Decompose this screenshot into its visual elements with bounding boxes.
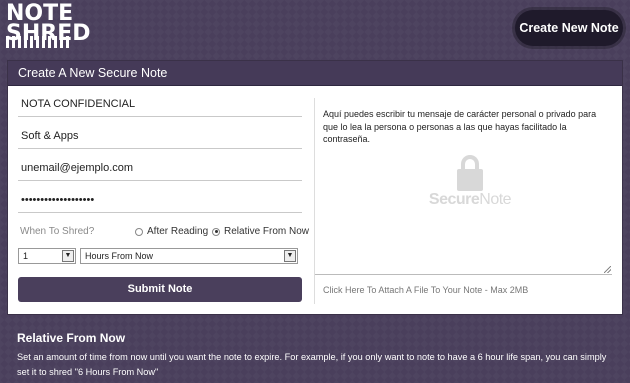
help-text: Set an amount of time from now until you… [17, 352, 607, 377]
radio-checked-icon [212, 227, 220, 236]
create-new-note-button[interactable]: Create New Note [515, 10, 623, 46]
panel-body: NOTA CONFIDENCIAL Soft & Apps unemail@ej… [8, 86, 622, 314]
note-text: Aquí puedes escribir tu mensaje de carác… [323, 109, 597, 144]
create-note-panel: Create A New Secure Note NOTA CONFIDENCI… [7, 60, 623, 315]
amount-select-value: 1 [23, 251, 29, 261]
panel-title: Create A New Secure Note [8, 61, 622, 86]
help-section: Relative From Now Set an amount of time … [17, 331, 617, 380]
radio-relative-label: Relative From Now [224, 226, 310, 237]
securenote-watermark: SecureNote [415, 155, 525, 208]
help-title: Relative From Now [17, 331, 126, 345]
amount-select[interactable]: 1 ▼ [18, 248, 76, 264]
attach-file-link[interactable]: Click Here To Attach A File To Your Note… [323, 285, 528, 295]
header: NOTE SHRED Create New Note [0, 0, 630, 56]
name-input[interactable]: Soft & Apps [18, 118, 302, 149]
watermark-rest: Note [479, 191, 512, 208]
unit-select[interactable]: Hours From Now ▼ [80, 248, 298, 264]
note-textarea[interactable]: Aquí puedes escribir tu mensaje de carác… [315, 98, 612, 275]
shred-bars-icon [6, 36, 70, 48]
chevron-down-icon: ▼ [62, 250, 74, 262]
watermark-text: SecureNote [415, 191, 525, 208]
chevron-down-icon: ▼ [284, 250, 296, 262]
password-input[interactable]: ••••••••••••••••••• [18, 182, 302, 213]
radio-after-reading-label: After Reading [147, 226, 209, 237]
logo-word-shred: SHRED [6, 23, 91, 48]
lock-icon [457, 155, 483, 191]
title-input[interactable]: NOTA CONFIDENCIAL [18, 86, 302, 117]
noteshred-logo[interactable]: NOTE SHRED [6, 3, 91, 50]
resize-handle-icon[interactable] [604, 266, 611, 273]
radio-relative-from-now[interactable]: Relative From Now [212, 226, 309, 237]
radio-after-reading[interactable]: After Reading [135, 226, 208, 237]
watermark-bold: Secure [428, 191, 480, 208]
email-input[interactable]: unemail@ejemplo.com [18, 150, 302, 181]
when-to-shred-label: When To Shred? [20, 226, 95, 237]
radio-unchecked-icon [135, 227, 143, 236]
unit-select-value: Hours From Now [85, 251, 154, 261]
submit-note-button[interactable]: Submit Note [18, 277, 302, 302]
